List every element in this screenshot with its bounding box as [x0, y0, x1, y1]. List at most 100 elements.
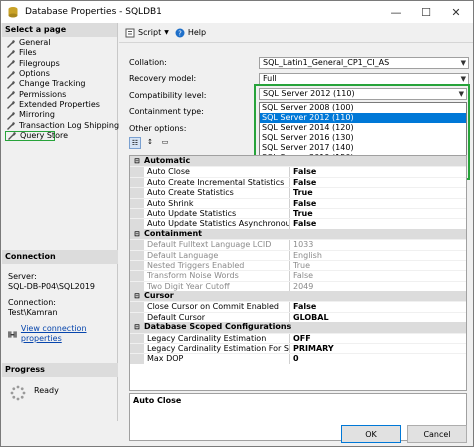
page-item-files[interactable]: Files [2, 48, 117, 58]
grid-row[interactable]: Auto Create Incremental Statistics False [130, 176, 466, 188]
grid-gutter [130, 250, 144, 260]
collapse-icon[interactable]: ⊟ [130, 229, 144, 239]
grid-gutter [130, 260, 144, 271]
grid-property-value[interactable]: PRIMARY [290, 344, 334, 353]
minimize-button[interactable]: — [381, 1, 411, 23]
window-title: Database Properties - SQLDB1 [25, 7, 162, 17]
grid-property-name: Nested Triggers Enabled [144, 260, 290, 271]
grid-property-value[interactable]: English [290, 251, 322, 260]
wrench-icon [7, 49, 15, 58]
view-connection-properties-link[interactable]: View connection properties [21, 324, 118, 344]
server-label: Server: [8, 272, 37, 281]
grid-category[interactable]: ⊟ Database Scoped Configurations [130, 322, 466, 333]
cancel-button[interactable]: Cancel [407, 425, 467, 443]
grid-category-label: Database Scoped Configurations [144, 322, 292, 332]
page-item-mirroring[interactable]: Mirroring [2, 110, 117, 120]
grid-gutter [130, 219, 144, 229]
grid-row[interactable]: Auto Update Statistics True [130, 207, 466, 219]
grid-row[interactable]: Max DOP 0 [130, 353, 466, 364]
grid-row[interactable]: Default Fulltext Language LCID 1033 [130, 239, 466, 250]
grid-row[interactable]: Default Language English [130, 249, 466, 260]
grid-category[interactable]: ⊟ Automatic [130, 156, 466, 167]
connection-header: Connection [2, 250, 118, 264]
grid-property-value[interactable]: 2049 [290, 282, 313, 291]
page-item-change-tracking[interactable]: Change Tracking [2, 79, 117, 89]
property-pages-button[interactable]: ▭ [159, 137, 171, 149]
alphabetical-sort-button[interactable]: ↕ [144, 137, 156, 149]
compat-option[interactable]: SQL Server 2017 (140) [260, 143, 466, 153]
page-item-label: Transaction Log Shipping [19, 120, 120, 130]
grid-row[interactable]: Default Cursor GLOBAL [130, 311, 466, 323]
grid-row[interactable]: Legacy Cardinality Estimation For Second… [130, 343, 466, 354]
compat-option[interactable]: SQL Server 2016 (130) [260, 133, 466, 143]
grid-property-name: Auto Create Statistics [144, 188, 290, 198]
compat-option[interactable]: SQL Server 2014 (120) [260, 123, 466, 133]
progress-section: Progress Ready [2, 363, 118, 401]
grid-row[interactable]: Transform Noise Words False [130, 270, 466, 281]
grid-property-value[interactable]: True [290, 188, 313, 197]
page-item-options[interactable]: Options [2, 69, 117, 79]
recovery-row: Recovery model: [129, 74, 257, 83]
grid-property-value[interactable]: GLOBAL [290, 313, 329, 322]
collation-combo[interactable]: SQL_Latin1_General_CP1_CI_AS ▼ [259, 57, 469, 69]
grid-row[interactable]: Two Digit Year Cutoff 2049 [130, 280, 466, 292]
compat-combo[interactable]: SQL Server 2012 (110) ▼ [259, 88, 467, 100]
collapse-icon[interactable]: ⊟ [130, 291, 144, 301]
grid-property-value[interactable]: False [290, 167, 316, 176]
grid-property-value[interactable]: 0 [290, 354, 299, 363]
grid-property-value[interactable]: False [290, 271, 313, 280]
other-options-row: Other options: [129, 124, 257, 133]
grid-property-value[interactable]: True [290, 261, 310, 270]
ok-button[interactable]: OK [341, 425, 401, 443]
page-item-permissions[interactable]: Permissions [2, 89, 117, 100]
grid-row[interactable]: Auto Create Statistics True [130, 187, 466, 198]
grid-row[interactable]: Nested Triggers Enabled True [130, 259, 466, 271]
script-button[interactable]: Script ▼ [125, 28, 169, 38]
grid-property-name: Close Cursor on Commit Enabled [144, 302, 290, 312]
grid-gutter [130, 198, 144, 208]
grid-property-value[interactable]: OFF [290, 334, 311, 343]
grid-property-name: Auto Close [144, 167, 290, 177]
compat-row: Compatibility level: [129, 91, 257, 100]
chevron-down-icon: ▼ [458, 90, 464, 98]
options-property-grid: ⊟ Automatic Auto Close False Auto Create Inc… [129, 155, 467, 391]
grid-property-value[interactable]: False [290, 219, 316, 228]
help-button[interactable]: ? Help [175, 28, 206, 38]
close-button[interactable]: ✕ [441, 1, 471, 23]
collapse-icon[interactable]: ⊟ [130, 156, 144, 166]
page-item-general[interactable]: General [2, 38, 117, 48]
page-item-query-store[interactable]: Query Store [5, 130, 68, 141]
page-item-transaction-log-shipping[interactable]: Transaction Log Shipping [2, 120, 120, 131]
grid-row[interactable]: Close Cursor on Commit Enabled False [130, 301, 466, 312]
collation-value: SQL_Latin1_General_CP1_CI_AS [263, 58, 390, 67]
page-item-extended-properties[interactable]: Extended Properties [2, 100, 117, 110]
recovery-value: Full [263, 74, 277, 83]
page-item-label: Filegroups [19, 58, 60, 68]
svg-text:?: ? [178, 29, 182, 37]
grid-property-value[interactable]: False [290, 199, 316, 208]
grid-row[interactable]: Auto Close False [130, 166, 466, 177]
grid-gutter [130, 281, 144, 292]
grid-row[interactable]: Auto Update Statistics Asynchronously Fal… [130, 218, 466, 229]
wrench-icon [7, 39, 15, 48]
maximize-button[interactable]: ☐ [411, 1, 441, 23]
grid-row[interactable]: Legacy Cardinality Estimation OFF [130, 332, 466, 344]
categorized-sort-button[interactable]: ☷ [129, 137, 141, 149]
grid-property-name: Auto Create Incremental Statistics [144, 177, 290, 188]
grid-property-value[interactable]: False [290, 302, 316, 311]
grid-property-value[interactable]: 1033 [290, 240, 313, 249]
grid-row[interactable]: Auto Shrink False [130, 197, 466, 208]
collation-label: Collation: [129, 58, 167, 67]
compat-option[interactable]: SQL Server 2012 (110) [260, 113, 466, 123]
grid-property-value[interactable]: False [290, 178, 316, 187]
grid-property-name: Default Cursor [144, 312, 290, 323]
compat-option[interactable]: SQL Server 2008 (100) [260, 103, 466, 113]
toolbar: Script ▼ ? Help [119, 23, 473, 43]
grid-property-value[interactable]: True [290, 209, 313, 218]
grid-gutter [130, 208, 144, 219]
collapse-icon[interactable]: ⊟ [130, 322, 144, 332]
grid-category[interactable]: ⊟ Cursor [130, 291, 466, 302]
grid-category[interactable]: ⊟ Containment [130, 228, 466, 240]
grid-gutter [130, 312, 144, 323]
page-item-filegroups[interactable]: Filegroups [2, 59, 117, 69]
